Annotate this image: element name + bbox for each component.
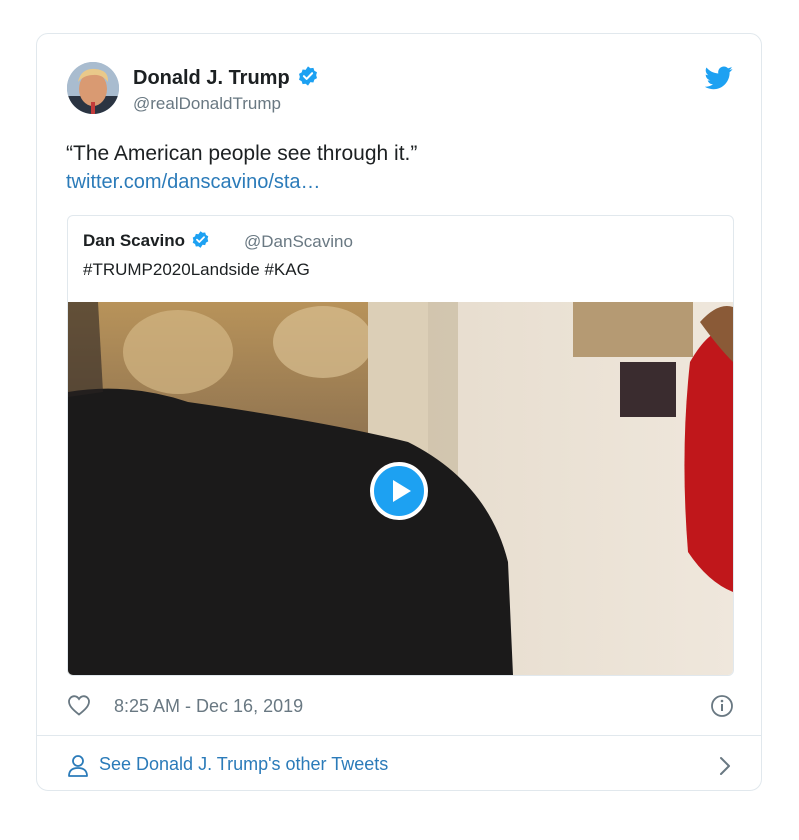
- tweet-text: “The American people see through it.”: [66, 142, 418, 165]
- quoted-tweet-text: #TRUMP2020Landside #KAG: [83, 260, 310, 279]
- see-other-tweets-link[interactable]: See Donald J. Trump's other Tweets: [67, 750, 734, 780]
- video-player[interactable]: [68, 302, 733, 675]
- author-name[interactable]: Donald J. Trump: [133, 65, 319, 93]
- heart-icon[interactable]: [67, 694, 91, 721]
- verified-badge-icon: [297, 65, 319, 93]
- play-icon[interactable]: [370, 462, 428, 520]
- tweet-timestamp[interactable]: 8:25 AM - Dec 16, 2019: [114, 696, 303, 717]
- info-icon[interactable]: [710, 694, 734, 723]
- quoted-tweet[interactable]: Dan Scavino @DanScavino #TRUMP2020Landsi…: [67, 215, 734, 676]
- see-other-tweets-label: See Donald J. Trump's other Tweets: [99, 754, 389, 774]
- divider: [37, 735, 761, 736]
- tweet-link[interactable]: twitter.com/danscavino/sta…: [66, 171, 321, 194]
- avatar-image: [67, 62, 119, 114]
- chevron-right-icon: [718, 755, 732, 782]
- person-icon: [67, 754, 89, 783]
- quoted-author-name-text: Dan Scavino: [83, 231, 186, 250]
- verified-badge-icon: [191, 230, 210, 254]
- quoted-author-handle[interactable]: @DanScavino: [244, 232, 353, 252]
- embedded-tweet-card: Donald J. Trump @realDonaldTrump “The Am…: [36, 33, 762, 791]
- quoted-author-name[interactable]: Dan Scavino: [83, 230, 210, 254]
- author-name-text: Donald J. Trump: [133, 67, 290, 89]
- twitter-bird-icon[interactable]: [704, 66, 733, 95]
- avatar[interactable]: [67, 62, 119, 114]
- tweet-meta: 8:25 AM - Dec 16, 2019: [67, 692, 734, 722]
- author-handle[interactable]: @realDonaldTrump: [133, 94, 281, 114]
